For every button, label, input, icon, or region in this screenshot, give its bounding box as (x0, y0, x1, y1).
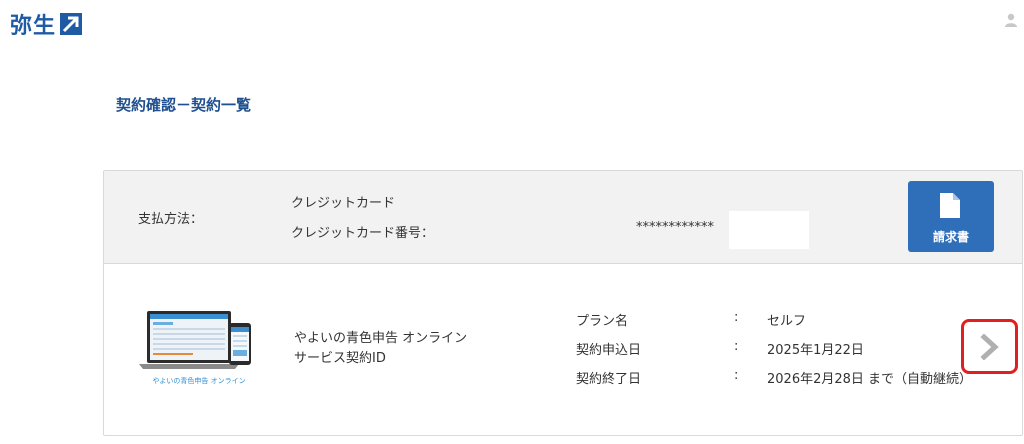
arrow-square-icon (60, 13, 83, 35)
card-number-label: クレジットカード番号： (291, 226, 435, 241)
payment-method-value: クレジットカード (291, 196, 396, 211)
card-number-value: ************ (636, 220, 714, 235)
contract-card: 支払方法： クレジットカード クレジットカード番号： ************ … (103, 170, 1023, 436)
service-name-line1: やよいの青色申告 オンライン (294, 331, 468, 346)
logo-text: 弥生 (10, 14, 57, 39)
payment-section: 支払方法： クレジットカード クレジットカード番号： ************ … (104, 171, 1022, 264)
page: 弥生 契約確認－契約一覧 支払方法： クレジットカード クレジットカード番号： … (0, 0, 1024, 444)
apply-date-value: 2025年1月22日 (767, 343, 864, 358)
end-date-label: 契約終了日 (576, 372, 642, 387)
end-date-colon: : (734, 368, 739, 383)
chevron-right-icon (980, 334, 999, 360)
service-name-line2: サービス契約ID (294, 351, 386, 366)
plan-name-label: プラン名 (576, 314, 629, 329)
plan-name-value: セルフ (767, 314, 807, 329)
detail-chevron-button[interactable] (961, 319, 1018, 374)
service-row[interactable]: やよいの青色申告 オンライン やよいの青色申告 オンライン サービス契約ID プ… (104, 264, 1022, 435)
yayoi-logo[interactable]: 弥生 (10, 8, 83, 40)
apply-date-colon: : (734, 339, 739, 354)
page-title: 契約確認－契約一覧 (116, 96, 252, 114)
apply-date-label: 契約申込日 (576, 343, 642, 358)
document-icon (940, 193, 960, 218)
user-icon[interactable] (1004, 12, 1018, 27)
masked-area (729, 211, 809, 249)
invoice-button-label: 請求書 (932, 230, 969, 244)
product-image-caption: やよいの青色申告 オンライン (152, 376, 245, 385)
end-date-value: 2026年2月28日 まで（自動継続） (767, 372, 973, 387)
invoice-button[interactable]: 請求書 (908, 181, 994, 252)
plan-name-colon: : (734, 310, 739, 325)
service-name: やよいの青色申告 オンライン サービス契約ID (294, 329, 467, 369)
payment-method-label: 支払方法： (138, 212, 204, 227)
product-image: やよいの青色申告 オンライン (139, 309, 259, 389)
